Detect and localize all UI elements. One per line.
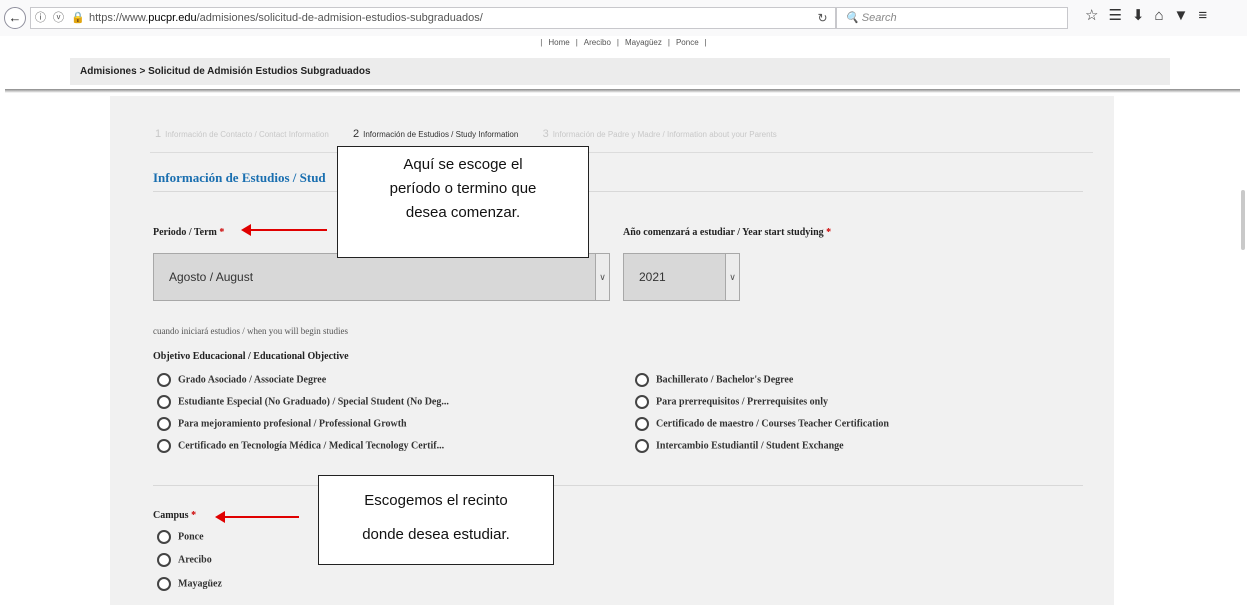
nav-home[interactable]: Home bbox=[548, 38, 569, 47]
radio-circle-icon bbox=[157, 373, 171, 387]
radio-medical-technology[interactable]: Certificado en Tecnología Médica / Medic… bbox=[157, 439, 444, 453]
url-text: https://www.pucpr.edu/admisiones/solicit… bbox=[89, 12, 483, 24]
campus-label: Campus * bbox=[153, 510, 197, 521]
home-icon[interactable]: ⌂ bbox=[1154, 7, 1173, 24]
breadcrumb: Admisiones > Solicitud de Admisión Estud… bbox=[70, 58, 1170, 85]
breadcrumb-separator: > bbox=[139, 66, 146, 77]
term-select-value: Agosto / August bbox=[169, 270, 254, 284]
year-label: Año comenzará a estudiar / Year start st… bbox=[623, 227, 832, 238]
radio-bachelors-degree[interactable]: Bachillerato / Bachelor's Degree bbox=[635, 373, 793, 387]
radio-campus-mayaguez[interactable]: Mayagüez bbox=[157, 577, 222, 591]
radio-circle-icon bbox=[635, 373, 649, 387]
radio-circle-icon bbox=[635, 395, 649, 409]
chevron-down-icon: ∨ bbox=[725, 254, 739, 300]
term-callout: Aquí se escoge el período o termino que … bbox=[337, 146, 589, 258]
radio-circle-icon bbox=[157, 577, 171, 591]
radio-professional-growth[interactable]: Para mejoramiento profesional / Professi… bbox=[157, 417, 407, 431]
radio-campus-ponce[interactable]: Ponce bbox=[157, 530, 204, 544]
callout-line: período o termino que bbox=[389, 180, 537, 197]
scrollbar-thumb[interactable] bbox=[1241, 190, 1245, 250]
steps-divider bbox=[150, 152, 1093, 153]
radio-teacher-certification[interactable]: Certificado de maestro / Courses Teacher… bbox=[635, 417, 889, 431]
radio-circle-icon bbox=[157, 417, 171, 431]
step-2[interactable]: 2 Información de Estudios / Study Informa… bbox=[353, 128, 518, 140]
form-panel: 1 Información de Contacto / Contact Infor… bbox=[110, 96, 1114, 605]
site-info-icons[interactable]: ⓘ ⓥ 🔒 bbox=[35, 8, 87, 28]
term-select[interactable]: Agosto / August ∨ bbox=[153, 253, 610, 301]
radio-prerequisites[interactable]: Para prerrequisitos / Prerrequisites onl… bbox=[635, 395, 828, 409]
campus-callout: Escogemos el recinto donde desea estudia… bbox=[318, 475, 554, 565]
term-help-text: cuando iniciará estudios / when you will… bbox=[153, 326, 348, 336]
toolbar-icons: ☆☰⬇⌂▼≡ bbox=[1085, 6, 1217, 24]
browser-toolbar: ← ⓘ ⓥ 🔒 https://www.pucpr.edu/admisiones… bbox=[0, 0, 1247, 36]
address-bar[interactable]: ⓘ ⓥ 🔒 https://www.pucpr.edu/admisiones/s… bbox=[30, 7, 830, 29]
term-label: Periodo / Term * bbox=[153, 227, 225, 238]
menu-icon[interactable]: ≡ bbox=[1198, 7, 1217, 24]
chevron-down-icon: ∨ bbox=[595, 254, 609, 300]
radio-associate-degree[interactable]: Grado Asociado / Associate Degree bbox=[157, 373, 326, 387]
callout-line: desea comenzar. bbox=[405, 204, 521, 221]
radio-campus-arecibo[interactable]: Arecibo bbox=[157, 553, 212, 567]
radio-special-student[interactable]: Estudiante Especial (No Graduado) / Spec… bbox=[157, 395, 449, 409]
reader-list-icon[interactable]: ☰ bbox=[1108, 7, 1131, 24]
radio-circle-icon bbox=[157, 530, 171, 544]
radio-circle-icon bbox=[635, 439, 649, 453]
callout-line: donde desea estudiar. bbox=[362, 526, 510, 543]
arrow-head-icon bbox=[241, 224, 251, 236]
lock-icon: 🔒 bbox=[71, 12, 87, 24]
radio-circle-icon bbox=[635, 417, 649, 431]
nav-mayaguez[interactable]: Mayagüez bbox=[625, 38, 662, 47]
search-input[interactable]: 🔍 Search bbox=[836, 7, 1068, 29]
header-divider bbox=[5, 89, 1240, 93]
bookmark-star-icon[interactable]: ☆ bbox=[1085, 7, 1108, 24]
breadcrumb-root[interactable]: Admisiones bbox=[80, 66, 137, 77]
radio-circle-icon bbox=[157, 553, 171, 567]
objective-label: Objetivo Educacional / Educational Objec… bbox=[153, 351, 349, 362]
step-3[interactable]: 3 Información de Padre y Madre / Informat… bbox=[543, 128, 777, 140]
callout-line: Escogemos el recinto bbox=[364, 492, 508, 509]
section-divider bbox=[153, 485, 1083, 486]
reload-icon[interactable]: ↻ bbox=[810, 7, 836, 29]
nav-ponce[interactable]: Ponce bbox=[676, 38, 699, 47]
arrow-head-icon bbox=[215, 511, 225, 523]
download-icon[interactable]: ⬇ bbox=[1132, 7, 1155, 24]
campus-arrow bbox=[215, 511, 299, 523]
nav-arecibo[interactable]: Arecibo bbox=[584, 38, 611, 47]
callout-line: Aquí se escoge el bbox=[403, 156, 523, 173]
year-select-value: 2021 bbox=[639, 270, 666, 284]
step-indicator: 1 Información de Contacto / Contact Infor… bbox=[155, 128, 799, 140]
section-title: Información de Estudios / Stud bbox=[153, 170, 326, 185]
breadcrumb-current: Solicitud de Admisión Estudios Subgradua… bbox=[148, 66, 371, 77]
year-select[interactable]: 2021 ∨ bbox=[623, 253, 740, 301]
step-1[interactable]: 1 Información de Contacto / Contact Infor… bbox=[155, 128, 329, 140]
radio-circle-icon bbox=[157, 395, 171, 409]
term-arrow bbox=[241, 224, 327, 236]
back-arrow-icon[interactable]: ← bbox=[4, 7, 26, 29]
pocket-icon[interactable]: ▼ bbox=[1174, 7, 1199, 24]
top-nav: | Home | Arecibo | Mayagüez | Ponce | bbox=[540, 38, 707, 47]
radio-circle-icon bbox=[157, 439, 171, 453]
radio-student-exchange[interactable]: Intercambio Estudiantil / Student Exchan… bbox=[635, 439, 844, 453]
section-divider bbox=[153, 191, 1083, 192]
